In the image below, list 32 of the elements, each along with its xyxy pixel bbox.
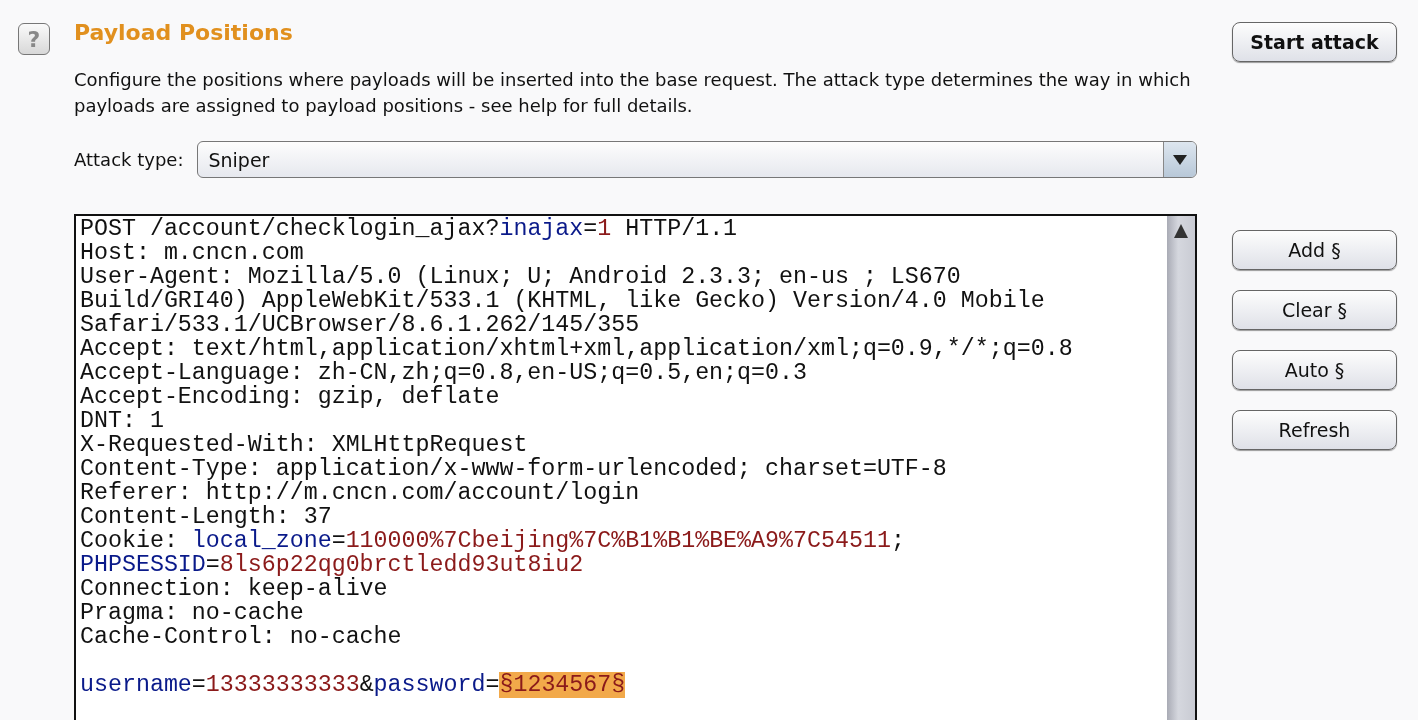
request-line: Pragma: no-cache: [80, 601, 304, 625]
request-line: Host: m.cncn.com: [80, 241, 304, 265]
start-attack-button[interactable]: Start attack: [1232, 22, 1397, 62]
description-text: Configure the positions where payloads will be inserted into the base request. The attack type determines the way in which payloads are assigned to payload positions - see help for full details.: [74, 68, 1192, 118]
request-line: POST /account/checklogin_ajax?inajax=1 HTTP/1.1: [80, 217, 738, 241]
dropdown-arrow-icon: [1173, 154, 1187, 165]
request-line: Cookie: local_zone=110000%7Cbeijing%7C%B1%B1%BE%A9%7C54511;: [80, 529, 905, 553]
request-line: User-Agent: Mozilla/5.0 (Linux; U; Android 2.3.3; en-us ; LS670: [80, 265, 961, 289]
request-line: Accept-Language: zh-CN,zh;q=0.8,en-US;q=0.5,en;q=0.3: [80, 361, 807, 385]
request-line: Accept: text/html,application/xhtml+xml,application/xml;q=0.9,*/*;q=0.8: [80, 337, 1073, 361]
section-title: Payload Positions: [74, 19, 294, 47]
attack-type-dropdown[interactable]: Sniper: [197, 141, 1197, 178]
request-line: X-Requested-With: XMLHttpRequest: [80, 433, 528, 457]
request-line: Content-Type: application/x-www-form-urlencoded; charset=UTF-8: [80, 457, 947, 481]
request-line: DNT: 1: [80, 409, 164, 433]
attack-type-label: Attack type:: [74, 149, 184, 170]
request-editor[interactable]: [74, 214, 1197, 720]
scroll-up-icon[interactable]: [1174, 224, 1188, 238]
scrollbar[interactable]: [1167, 216, 1195, 720]
position-button[interactable]: Add §: [1232, 230, 1397, 270]
position-button[interactable]: Clear §: [1232, 290, 1397, 330]
position-button[interactable]: Refresh: [1232, 410, 1397, 450]
request-line: Build/GRI40) AppleWebKit/533.1 (KHTML, like Gecko) Version/4.0 Mobile: [80, 289, 1045, 313]
request-line: Cache-Control: no-cache: [80, 625, 402, 649]
request-line: Referer: http://m.cncn.com/account/login: [80, 481, 640, 505]
request-line: Content-Length: 37: [80, 505, 332, 529]
request-line: Connection: keep-alive: [80, 577, 388, 601]
request-body-line: username=13333333333&password=§1234567§: [80, 673, 626, 697]
request-line: Accept-Encoding: gzip, deflate: [80, 385, 500, 409]
request-line: Safari/533.1/UCBrowser/8.6.1.262/145/355: [80, 313, 640, 337]
request-line: PHPSESSID=8ls6p22qg0brctledd93ut8iu2: [80, 553, 584, 577]
position-button[interactable]: Auto §: [1232, 350, 1397, 390]
